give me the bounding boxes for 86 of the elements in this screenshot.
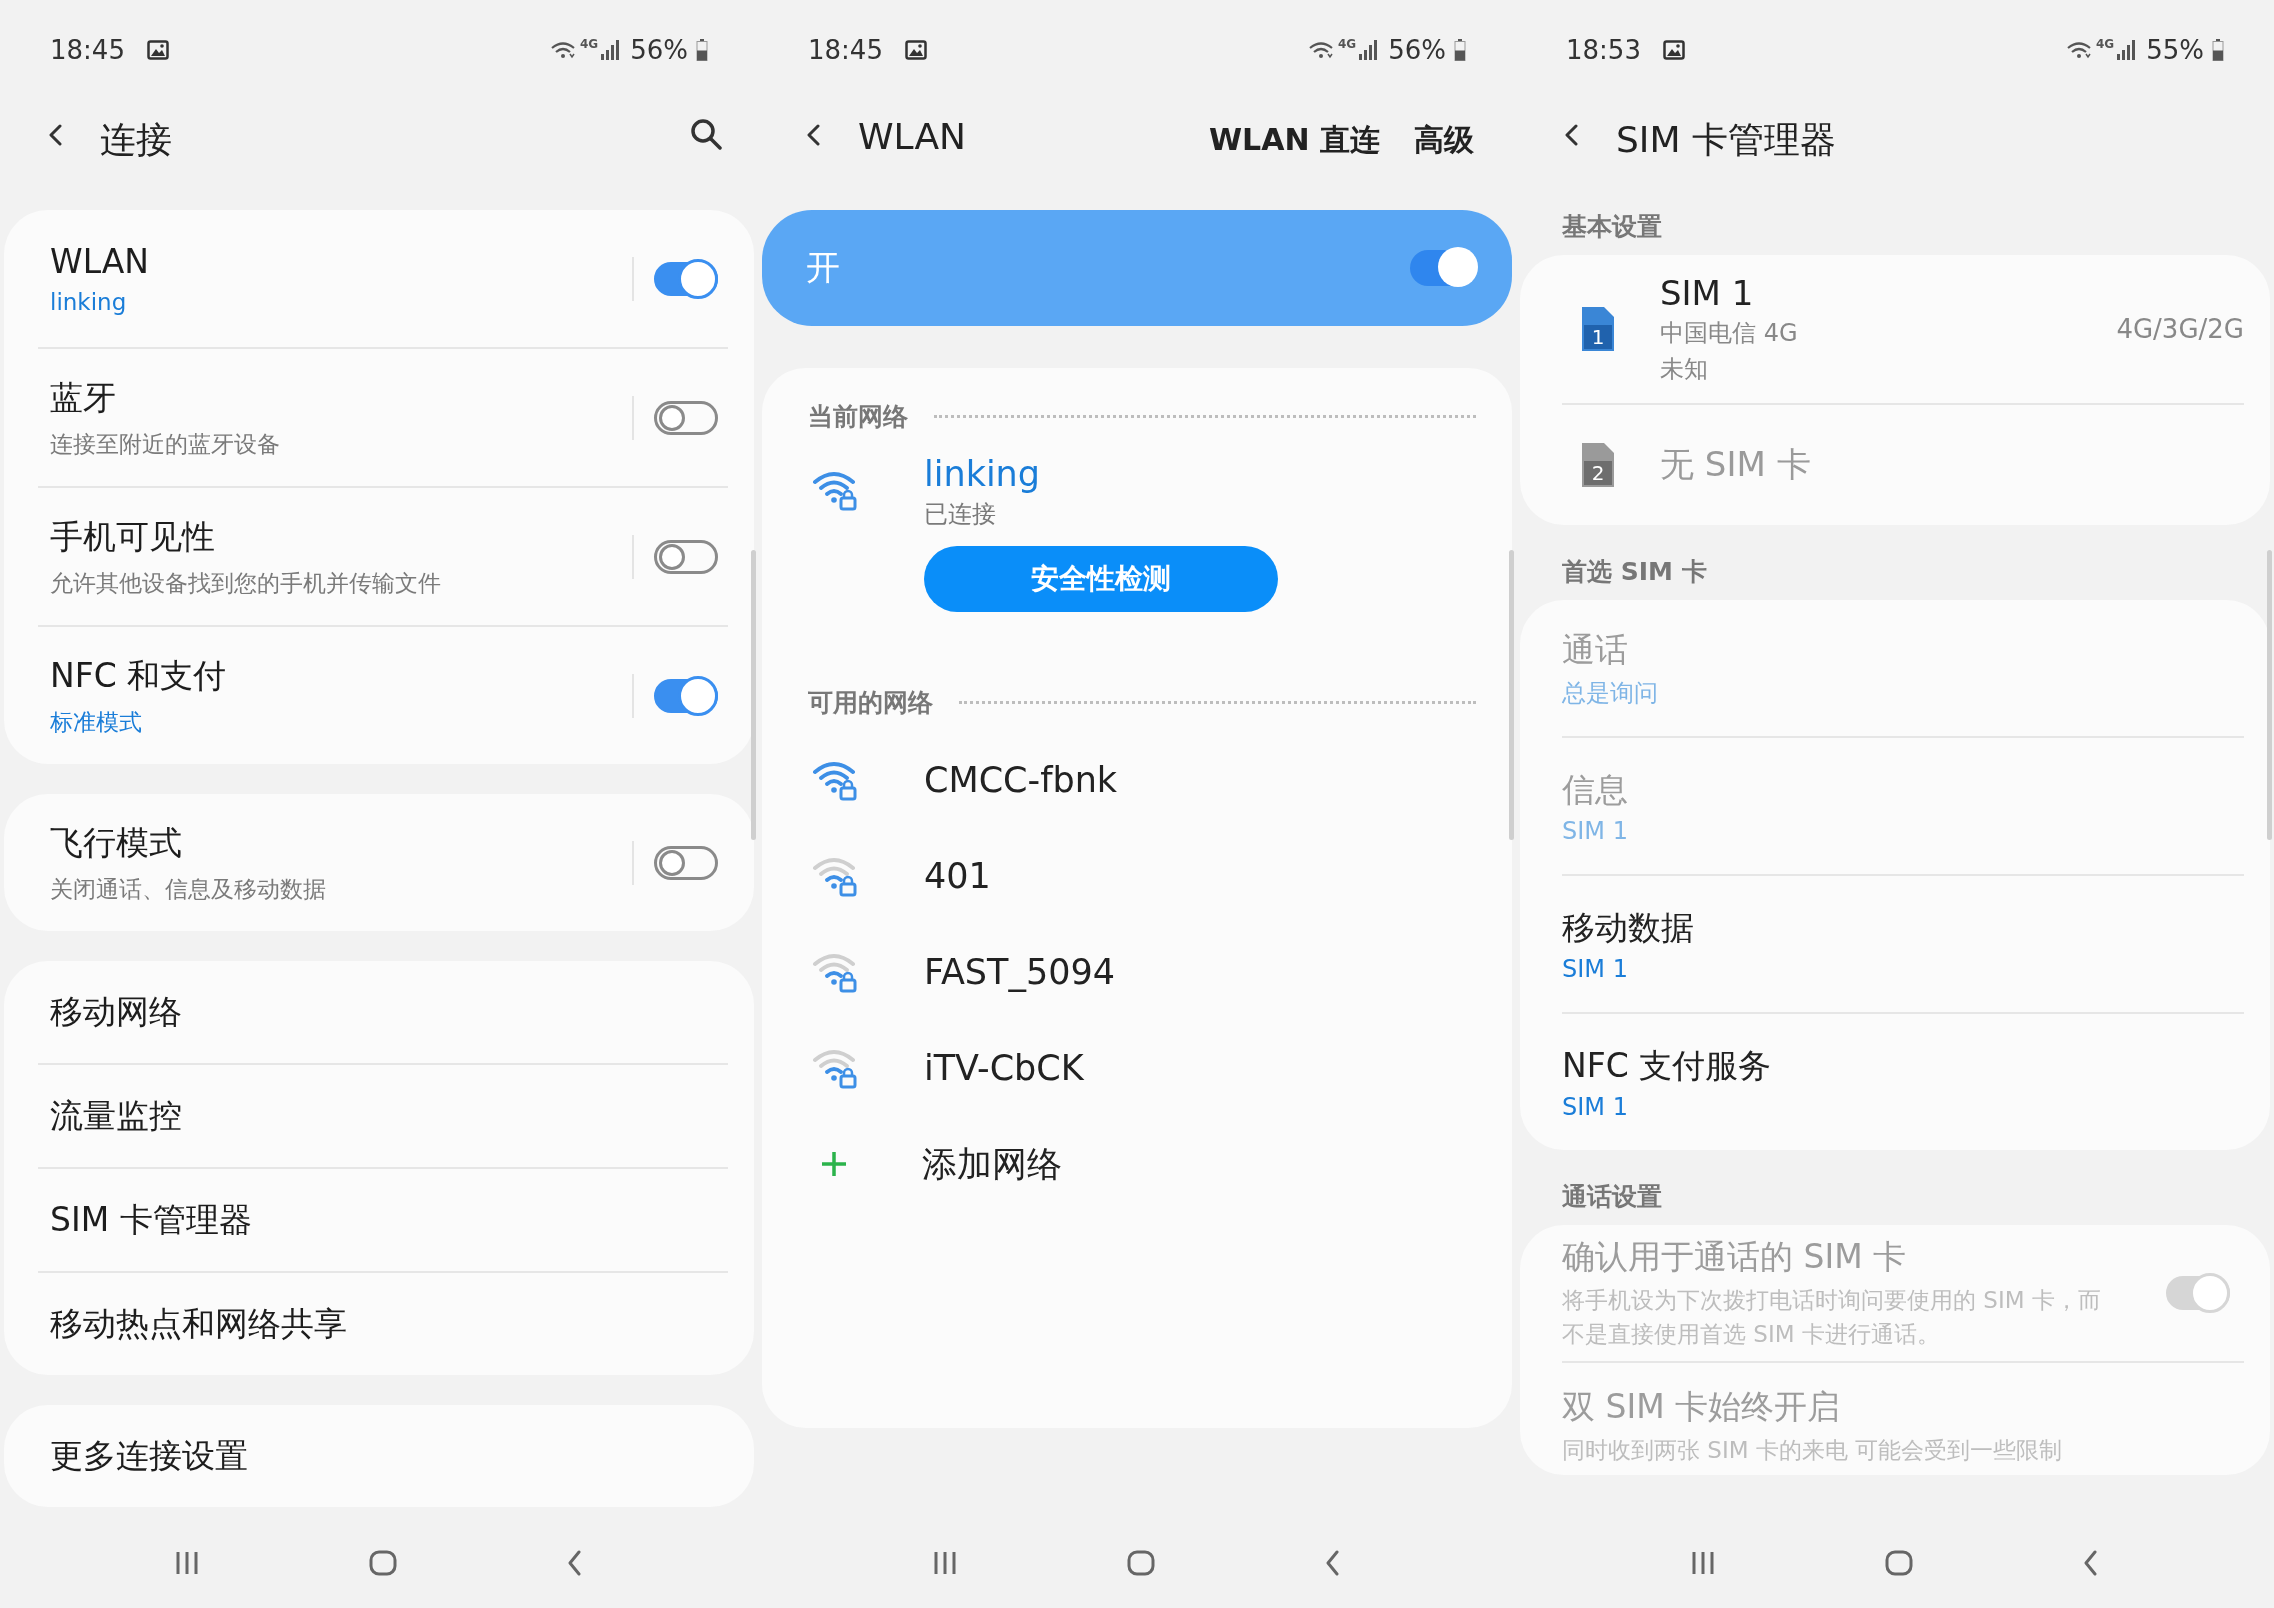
screen-title: 连接: [100, 118, 172, 162]
network-type: 4G: [2096, 37, 2115, 51]
toggle-switch[interactable]: [654, 678, 718, 713]
section-header: 基本设置: [1561, 211, 1663, 243]
toggle-switch[interactable]: [654, 261, 718, 296]
screen-title: SIM 卡管理器: [1616, 118, 1836, 162]
back-icon[interactable]: [2083, 1550, 2099, 1576]
setting-title[interactable]: NFC 支付服务: [1562, 1043, 2244, 1089]
sim-slot-number: 1: [1590, 325, 1606, 349]
connection-status: 已连接: [924, 499, 996, 530]
setting-title[interactable]: 流量监控: [50, 1093, 728, 1139]
setting-subtitle: 标准模式: [50, 707, 143, 737]
sim-detail: 中国电信 4G: [1660, 318, 1799, 349]
network-type: 4G: [580, 37, 599, 51]
wifi-icon: [1308, 40, 1334, 60]
plus-icon[interactable]: [820, 1150, 848, 1178]
network-type: 4G: [1338, 37, 1357, 51]
battery-percent: 56%: [1388, 35, 1446, 65]
status-time: 18:45: [808, 35, 883, 65]
setting-subtitle: linking: [50, 289, 128, 315]
setting-subtitle: 关闭通话、信息及移动数据: [50, 874, 327, 904]
recent-apps-icon[interactable]: [175, 1550, 199, 1576]
back-icon[interactable]: [1564, 124, 1580, 146]
sim-slot-number: 2: [1590, 461, 1606, 485]
wifi-icon: [2066, 40, 2092, 60]
setting-title[interactable]: 移动网络: [50, 989, 728, 1035]
header-action[interactable]: WLAN 直连: [1203, 116, 1386, 165]
section-header: 通话设置: [1561, 1181, 1663, 1213]
image-icon: [904, 40, 927, 60]
setting-description: 同时收到两张 SIM 卡的来电 可能会受到一些限制: [1562, 1436, 2064, 1465]
header-action[interactable]: 高级: [1408, 116, 1480, 165]
toggle-switch[interactable]: [654, 400, 718, 435]
setting-title[interactable]: 飞行模式: [50, 820, 632, 866]
toggle-switch[interactable]: [654, 539, 718, 574]
setting-value: SIM 1: [1562, 954, 1629, 983]
setting-subtitle: 连接至附近的蓝牙设备: [50, 429, 281, 459]
signal-icon: [1358, 40, 1379, 60]
setting-subtitle: 允许其他设备找到您的手机并传输文件: [50, 568, 442, 598]
status-time: 18:45: [50, 35, 125, 65]
network-mode: 4G/3G/2G: [2116, 314, 2244, 344]
toggle-switch[interactable]: [654, 845, 718, 880]
battery-icon: [2212, 39, 2224, 61]
battery-icon: [696, 39, 708, 61]
setting-title[interactable]: NFC 和支付: [50, 653, 632, 699]
setting-description: 将手机设为下次拨打电话时询问要使用的 SIM 卡，而不是直接使用首选 SIM 卡进行通话。: [1562, 1286, 2102, 1349]
back-icon[interactable]: [806, 124, 822, 146]
sim-detail: 未知: [1660, 354, 1709, 385]
setting-title[interactable]: 蓝牙: [50, 375, 632, 421]
search-icon[interactable]: [690, 118, 722, 150]
setting-value: SIM 1: [1562, 1092, 1629, 1121]
recent-apps-icon[interactable]: [933, 1550, 957, 1576]
screen-title: WLAN: [858, 116, 967, 157]
section-header: 可用的网络: [808, 686, 933, 719]
setting-title[interactable]: 更多连接设置: [50, 1433, 728, 1479]
add-network[interactable]: 添加网络: [922, 1140, 1062, 1188]
signal-icon: [2116, 40, 2137, 60]
network-name[interactable]: iTV-CbCK: [924, 1048, 1084, 1088]
battery-icon: [1454, 39, 1466, 61]
section-header: 首选 SIM 卡: [1561, 556, 1708, 588]
setting-title[interactable]: 移动数据: [1562, 905, 2244, 951]
setting-value: SIM 1: [1562, 816, 1629, 845]
wifi-icon: [550, 40, 576, 60]
home-icon[interactable]: [1127, 1550, 1155, 1576]
setting-value: 总是询问: [1562, 677, 1659, 709]
status-time: 18:53: [1566, 35, 1641, 65]
back-icon[interactable]: [48, 124, 64, 146]
home-icon[interactable]: [1885, 1550, 1913, 1576]
back-icon[interactable]: [1325, 1550, 1341, 1576]
image-icon: [146, 40, 169, 60]
network-name[interactable]: linking: [924, 454, 1041, 494]
network-name[interactable]: CMCC-fbnk: [924, 760, 1118, 800]
setting-title[interactable]: WLAN: [50, 242, 632, 281]
network-name[interactable]: 401: [924, 856, 991, 896]
recent-apps-icon[interactable]: [1691, 1550, 1715, 1576]
back-icon[interactable]: [567, 1550, 583, 1576]
setting-title[interactable]: 手机可见性: [50, 514, 632, 560]
signal-icon: [600, 40, 621, 60]
image-icon: [1662, 40, 1685, 60]
battery-percent: 55%: [2146, 35, 2204, 65]
setting-title[interactable]: 移动热点和网络共享: [50, 1301, 728, 1347]
battery-percent: 56%: [630, 35, 688, 65]
setting-title[interactable]: SIM 卡管理器: [50, 1197, 728, 1243]
section-header: 当前网络: [808, 400, 908, 433]
home-icon[interactable]: [369, 1550, 397, 1576]
sim-name[interactable]: SIM 1: [1660, 273, 2117, 313]
network-name[interactable]: FAST_5094: [924, 952, 1116, 992]
